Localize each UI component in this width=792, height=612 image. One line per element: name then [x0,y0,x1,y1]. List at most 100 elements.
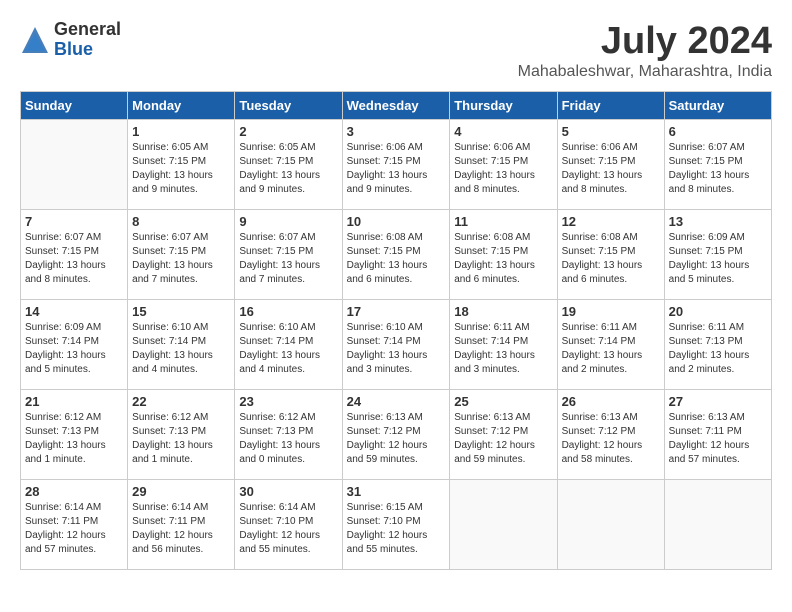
day-info: Sunrise: 6:06 AM Sunset: 7:15 PM Dayligh… [454,141,552,197]
day-header-thursday: Thursday [450,92,557,120]
calendar-cell [21,120,128,210]
logo: General Blue [20,20,121,60]
day-number: 14 [25,304,123,319]
logo-text: General Blue [54,20,121,60]
day-info: Sunrise: 6:12 AM Sunset: 7:13 PM Dayligh… [239,411,337,467]
day-info: Sunrise: 6:11 AM Sunset: 7:13 PM Dayligh… [669,321,767,377]
day-info: Sunrise: 6:09 AM Sunset: 7:14 PM Dayligh… [25,321,123,377]
location: Mahabaleshwar, Maharashtra, India [518,63,772,81]
day-number: 11 [454,214,552,229]
calendar-cell: 12Sunrise: 6:08 AM Sunset: 7:15 PM Dayli… [557,210,664,300]
logo-icon [20,25,50,55]
day-info: Sunrise: 6:14 AM Sunset: 7:11 PM Dayligh… [132,501,230,557]
day-info: Sunrise: 6:12 AM Sunset: 7:13 PM Dayligh… [132,411,230,467]
day-info: Sunrise: 6:14 AM Sunset: 7:11 PM Dayligh… [25,501,123,557]
day-info: Sunrise: 6:10 AM Sunset: 7:14 PM Dayligh… [132,321,230,377]
calendar-week-row: 21 Sunrise: 6:12 AM Sunset: 7:13 PM Dayli… [21,390,772,480]
day-number: 27 [669,394,767,409]
day-number: 23 [239,394,337,409]
calendar-cell: 31 Sunrise: 6:15 AM Sunset: 7:10 PM Dayli… [342,480,450,570]
calendar-cell: 25 Sunrise: 6:13 AM Sunset: 7:12 PM Dayli… [450,390,557,480]
calendar-cell [557,480,664,570]
day-number: 24 [347,394,446,409]
day-number: 5 [562,124,660,139]
day-header-sunday: Sunday [21,92,128,120]
day-info: Sunrise: 6:06 AM Sunset: 7:15 PM Dayligh… [347,141,446,197]
calendar-cell: 24 Sunrise: 6:13 AM Sunset: 7:12 PM Dayli… [342,390,450,480]
calendar-cell: 15 Sunrise: 6:10 AM Sunset: 7:14 PM Dayli… [128,300,235,390]
day-number: 15 [132,304,230,319]
calendar-cell: 28 Sunrise: 6:14 AM Sunset: 7:11 PM Dayli… [21,480,128,570]
day-info: Sunrise: 6:13 AM Sunset: 7:12 PM Dayligh… [454,411,552,467]
calendar-cell: 6 Sunrise: 6:07 AM Sunset: 7:15 PM Daylig… [664,120,771,210]
calendar-cell: 21 Sunrise: 6:12 AM Sunset: 7:13 PM Dayli… [21,390,128,480]
calendar-cell: 2 Sunrise: 6:05 AM Sunset: 7:15 PM Daylig… [235,120,342,210]
calendar-cell: 10Sunrise: 6:08 AM Sunset: 7:15 PM Dayli… [342,210,450,300]
day-number: 7 [25,214,123,229]
day-info: Sunrise: 6:08 AM Sunset: 7:15 PM Dayligh… [562,231,660,287]
day-number: 31 [347,484,446,499]
calendar-cell: 11 Sunrise: 6:08 AM Sunset: 7:15 PM Dayli… [450,210,557,300]
day-number: 20 [669,304,767,319]
calendar-cell: 18Sunrise: 6:11 AM Sunset: 7:14 PM Dayli… [450,300,557,390]
day-number: 22 [132,394,230,409]
calendar-week-row: 7 Sunrise: 6:07 AM Sunset: 7:15 PM Daylig… [21,210,772,300]
day-number: 16 [239,304,337,319]
page-header: General Blue July 2024 Mahabaleshwar, Ma… [20,20,772,81]
logo-blue: Blue [54,40,121,60]
calendar-cell: 5 Sunrise: 6:06 AM Sunset: 7:15 PM Daylig… [557,120,664,210]
calendar-cell: 3 Sunrise: 6:06 AM Sunset: 7:15 PM Daylig… [342,120,450,210]
calendar-cell: 20 Sunrise: 6:11 AM Sunset: 7:13 PM Dayli… [664,300,771,390]
day-number: 21 [25,394,123,409]
day-info: Sunrise: 6:13 AM Sunset: 7:12 PM Dayligh… [347,411,446,467]
day-number: 8 [132,214,230,229]
day-number: 3 [347,124,446,139]
month-title: July 2024 [518,20,772,63]
calendar-cell: 27Sunrise: 6:13 AM Sunset: 7:11 PM Dayli… [664,390,771,480]
day-info: Sunrise: 6:05 AM Sunset: 7:15 PM Dayligh… [239,141,337,197]
calendar-cell: 4 Sunrise: 6:06 AM Sunset: 7:15 PM Daylig… [450,120,557,210]
day-info: Sunrise: 6:05 AM Sunset: 7:15 PM Dayligh… [132,141,230,197]
day-info: Sunrise: 6:09 AM Sunset: 7:15 PM Dayligh… [669,231,767,287]
day-info: Sunrise: 6:15 AM Sunset: 7:10 PM Dayligh… [347,501,446,557]
calendar-cell: 29 Sunrise: 6:14 AM Sunset: 7:11 PM Dayli… [128,480,235,570]
day-header-wednesday: Wednesday [342,92,450,120]
day-number: 4 [454,124,552,139]
calendar-cell: 14 Sunrise: 6:09 AM Sunset: 7:14 PM Dayli… [21,300,128,390]
day-info: Sunrise: 6:07 AM Sunset: 7:15 PM Dayligh… [25,231,123,287]
calendar-cell: 23 Sunrise: 6:12 AM Sunset: 7:13 PM Dayli… [235,390,342,480]
day-number: 30 [239,484,337,499]
day-info: Sunrise: 6:08 AM Sunset: 7:15 PM Dayligh… [454,231,552,287]
day-number: 19 [562,304,660,319]
day-info: Sunrise: 6:08 AM Sunset: 7:15 PM Dayligh… [347,231,446,287]
day-number: 25 [454,394,552,409]
day-header-friday: Friday [557,92,664,120]
calendar-cell: 19Sunrise: 6:11 AM Sunset: 7:14 PM Dayli… [557,300,664,390]
day-number: 13 [669,214,767,229]
day-info: Sunrise: 6:12 AM Sunset: 7:13 PM Dayligh… [25,411,123,467]
title-section: July 2024 Mahabaleshwar, Maharashtra, In… [518,20,772,81]
day-info: Sunrise: 6:06 AM Sunset: 7:15 PM Dayligh… [562,141,660,197]
day-info: Sunrise: 6:07 AM Sunset: 7:15 PM Dayligh… [669,141,767,197]
day-number: 28 [25,484,123,499]
calendar-cell: 17Sunrise: 6:10 AM Sunset: 7:14 PM Dayli… [342,300,450,390]
calendar: SundayMondayTuesdayWednesdayThursdayFrid… [20,91,772,570]
calendar-cell: 16Sunrise: 6:10 AM Sunset: 7:14 PM Dayli… [235,300,342,390]
day-number: 1 [132,124,230,139]
day-header-monday: Monday [128,92,235,120]
calendar-cell: 7 Sunrise: 6:07 AM Sunset: 7:15 PM Daylig… [21,210,128,300]
day-info: Sunrise: 6:07 AM Sunset: 7:15 PM Dayligh… [132,231,230,287]
calendar-header-row: SundayMondayTuesdayWednesdayThursdayFrid… [21,92,772,120]
calendar-cell: 30Sunrise: 6:14 AM Sunset: 7:10 PM Dayli… [235,480,342,570]
day-number: 2 [239,124,337,139]
day-number: 17 [347,304,446,319]
day-number: 18 [454,304,552,319]
calendar-week-row: 1 Sunrise: 6:05 AM Sunset: 7:15 PM Daylig… [21,120,772,210]
calendar-cell: 1 Sunrise: 6:05 AM Sunset: 7:15 PM Daylig… [128,120,235,210]
day-number: 29 [132,484,230,499]
day-info: Sunrise: 6:13 AM Sunset: 7:12 PM Dayligh… [562,411,660,467]
day-number: 6 [669,124,767,139]
calendar-cell: 13 Sunrise: 6:09 AM Sunset: 7:15 PM Dayli… [664,210,771,300]
calendar-cell: 9Sunrise: 6:07 AM Sunset: 7:15 PM Daylig… [235,210,342,300]
day-info: Sunrise: 6:07 AM Sunset: 7:15 PM Dayligh… [239,231,337,287]
